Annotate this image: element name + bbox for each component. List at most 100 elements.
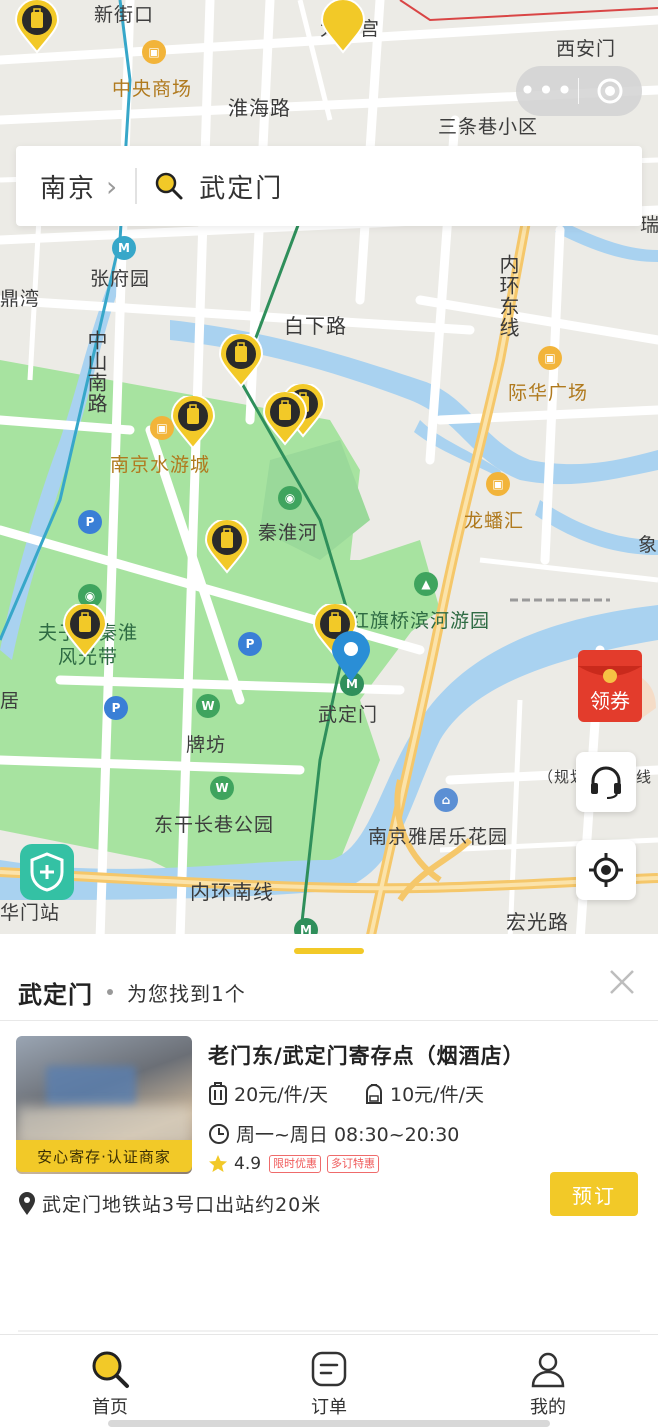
map-label: 南京雅居乐花园 (368, 826, 509, 848)
divider (18, 1330, 640, 1332)
map-label: 象 (638, 534, 658, 556)
chevron-right-icon: › (106, 169, 118, 203)
metro-station-icon: M (112, 236, 136, 260)
opening-hours: 周一~周日 08:30~20:30 (208, 1120, 459, 1147)
separator-dot (107, 989, 113, 995)
search-icon (153, 170, 185, 202)
luggage-pin-icon[interactable] (320, 0, 366, 54)
rating-row: 4.9 限时优惠 多订特惠 (208, 1154, 380, 1174)
promo-tag: 限时优惠 (269, 1155, 322, 1173)
parking-icon: P (104, 696, 128, 720)
map-label: 张府园 (90, 268, 151, 290)
map-label: 线 (636, 768, 653, 786)
camera-icon: ◉ (278, 486, 302, 510)
map-label: 秦淮河 (258, 522, 319, 544)
map-label: 瑞 (640, 214, 658, 236)
luggage-pin-icon[interactable] (14, 0, 60, 54)
tab-home[interactable]: 首页 (50, 1335, 170, 1425)
coupon-label: 领券 (590, 689, 630, 713)
opening-hours-text: 周一~周日 08:30~20:30 (236, 1124, 460, 1146)
parking-icon: P (78, 510, 102, 534)
order-icon (310, 1349, 348, 1389)
map-label: 内环南线 (190, 880, 274, 904)
customer-service-button[interactable] (576, 752, 636, 812)
search-icon (89, 1349, 131, 1389)
map-label: 内环东线 (496, 254, 520, 338)
map-view[interactable]: 新街口 大行宫 西安门 中央商场 淮海路 三条巷小区 张府园 白下路 内环东线 … (0, 0, 658, 940)
map-label: 龙蟠汇 (464, 510, 525, 532)
promo-tag: 多订特惠 (327, 1155, 380, 1173)
location-marker-icon (332, 631, 370, 682)
price-suitcase: 20元/件/天 (208, 1080, 328, 1107)
map-label: 红旗桥滨河游园 (350, 610, 491, 632)
clock-icon (209, 1123, 229, 1144)
backpack-icon (366, 1083, 382, 1104)
tab-bar: 首页 订单 我的 (0, 1334, 658, 1427)
map-label: 三条巷小区 (438, 116, 539, 138)
divider (0, 1020, 658, 1021)
crosshair-icon (589, 853, 623, 887)
star-icon (209, 1155, 227, 1172)
toilet-icon: W (196, 694, 220, 718)
store-name: 老门东/武定门寄存点（烟酒店） (208, 1044, 525, 1068)
luggage-pin-icon[interactable] (262, 392, 308, 446)
map-base (0, 0, 658, 940)
map-label: 牌坊 (186, 734, 227, 756)
headset-icon (591, 766, 621, 799)
home-icon: ⌂ (434, 788, 458, 812)
map-label: 南京水游城 (110, 454, 211, 476)
map-label: 际华广场 (508, 382, 589, 404)
mall-icon: ▣ (142, 40, 166, 64)
divider (135, 168, 138, 204)
suitcase-icon (209, 1081, 227, 1105)
luggage-pin-icon[interactable] (218, 334, 264, 388)
tree-icon: ▲ (414, 572, 438, 596)
mall-icon: ▣ (538, 346, 562, 370)
city-selector[interactable]: 南京 (40, 168, 96, 205)
luggage-pin-icon[interactable] (170, 396, 216, 450)
miniprogram-capsule[interactable]: ••• (516, 66, 642, 116)
map-label: 华门站 (0, 902, 61, 924)
map-label: 居 (0, 690, 21, 712)
map-label: 宏光路 (506, 910, 569, 934)
insurance-button[interactable] (20, 844, 74, 900)
rating-value: 4.9 (234, 1154, 262, 1174)
locate-button[interactable] (576, 840, 636, 900)
results-count: 为您找到1个 (127, 981, 246, 1006)
tab-orders[interactable]: 订单 (269, 1335, 389, 1425)
tab-label: 首页 (92, 1397, 128, 1418)
more-icon[interactable]: ••• (516, 71, 578, 111)
shield-icon (30, 852, 64, 892)
price-suitcase-text: 20元/件/天 (234, 1084, 328, 1106)
certified-badge: 安心寄存·认证商家 (16, 1140, 192, 1172)
parking-icon: P (238, 632, 262, 656)
search-bar[interactable]: 南京 › 武定门 (16, 146, 642, 226)
map-label: 新街口 (94, 4, 155, 26)
close-miniprogram-icon[interactable] (579, 77, 641, 105)
coupon-button[interactable]: 领券 (576, 648, 658, 724)
luggage-pin-icon[interactable] (62, 604, 108, 658)
price-backpack: 10元/件/天 (364, 1080, 484, 1107)
book-button[interactable]: 预订 (550, 1172, 638, 1216)
results-header: 武定门 为您找到1个 (0, 964, 658, 1020)
price-backpack-text: 10元/件/天 (390, 1084, 484, 1106)
tab-label: 订单 (311, 1397, 347, 1418)
home-indicator (108, 1420, 550, 1427)
mall-icon: ▣ (486, 472, 510, 496)
search-input[interactable]: 武定门 (199, 168, 283, 205)
tab-label: 我的 (530, 1397, 566, 1418)
tab-profile[interactable]: 我的 (488, 1335, 608, 1425)
toilet-icon: W (210, 776, 234, 800)
results-title: 武定门 (18, 980, 93, 1009)
luggage-pin-icon[interactable] (204, 520, 250, 574)
close-icon[interactable] (608, 968, 636, 996)
results-sheet: 武定门 为您找到1个 安心寄存·认证商家 老门东/武定门寄存点（烟酒店） 20元… (0, 934, 658, 1334)
store-card[interactable]: 安心寄存·认证商家 老门东/武定门寄存点（烟酒店） 20元/件/天 10元/件/… (0, 1034, 658, 1332)
map-label: 淮海路 (228, 96, 291, 120)
map-label: 白下路 (284, 314, 347, 338)
map-label: 中央商场 (112, 78, 193, 100)
profile-icon (529, 1349, 567, 1389)
drag-handle[interactable] (294, 948, 364, 954)
map-label: 武定门 (318, 704, 379, 726)
map-label: 鼎湾 (0, 288, 41, 310)
